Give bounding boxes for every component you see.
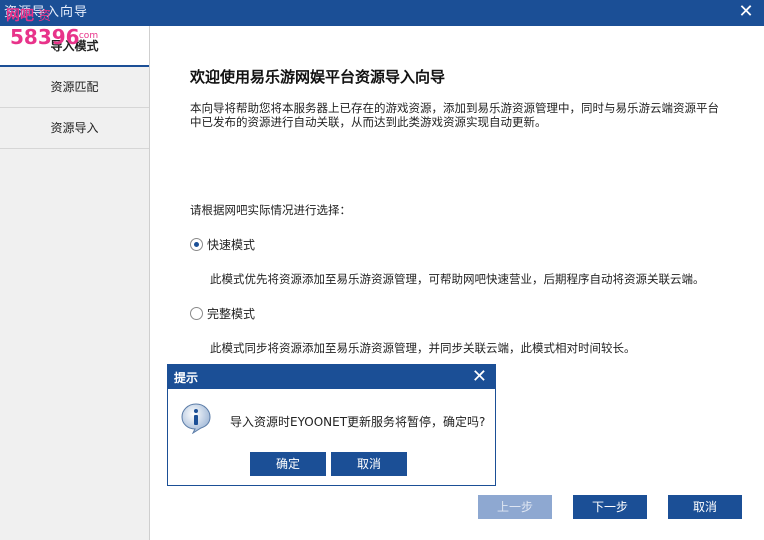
sidebar-item-resource-match[interactable]: 资源匹配 xyxy=(0,67,149,108)
full-mode-option[interactable]: 完整模式 xyxy=(190,305,255,322)
next-button[interactable]: 下一步 xyxy=(573,495,647,519)
full-mode-radio[interactable] xyxy=(190,307,203,320)
info-icon xyxy=(181,403,211,434)
sidebar-item-label: 资源导入 xyxy=(50,121,99,135)
page-title: 欢迎使用易乐游网娱平台资源导入向导 xyxy=(190,68,446,86)
sidebar-item-label: 资源匹配 xyxy=(50,80,99,94)
sidebar-item-resource-import[interactable]: 资源导入 xyxy=(0,108,149,149)
selection-prompt: 请根据网吧实际情况进行选择： xyxy=(190,203,351,217)
prev-button[interactable]: 上一步 xyxy=(478,495,552,519)
site-watermark-logo: 网吧 资 58396 .com xyxy=(6,8,98,49)
wizard-description: 本向导将帮助您将本服务器上已存在的游戏资源，添加到易乐游资源管理中，同时与易乐游… xyxy=(190,101,719,129)
quick-mode-description: 此模式优先将资源添加至易乐游资源管理，可帮助网吧快速营业，后期程序自动将资源关联… xyxy=(210,272,705,286)
quick-mode-radio[interactable] xyxy=(190,238,203,251)
watermark-top-text: 网吧 xyxy=(6,8,34,24)
dialog-message: 导入资源时EYOONET更新服务将暂停，确定吗? xyxy=(230,415,486,429)
full-mode-description: 此模式同步将资源添加至易乐游资源管理，并同步关联云端，此模式相对时间较长。 xyxy=(210,341,636,355)
dialog-ok-button[interactable]: 确定 xyxy=(250,452,326,476)
full-mode-label: 完整模式 xyxy=(207,307,256,321)
dialog-close-icon[interactable]: ✕ xyxy=(472,366,487,388)
close-icon[interactable]: ✕ xyxy=(736,2,756,22)
cancel-button[interactable]: 取消 xyxy=(668,495,742,519)
quick-mode-option[interactable]: 快速模式 xyxy=(190,236,255,253)
quick-mode-label: 快速模式 xyxy=(207,238,256,252)
wizard-sidebar: 导入模式 资源匹配 资源导入 xyxy=(0,26,150,540)
confirm-dialog: 提示 ✕ 导入资源时EYOONET更新服务将暂停，确定吗? 确定 取消 xyxy=(167,364,496,486)
dialog-cancel-button[interactable]: 取消 xyxy=(331,452,407,476)
watermark-sub-text: 资 xyxy=(38,9,51,24)
dialog-title-bar: 提示 ✕ xyxy=(168,365,495,389)
watermark-number-text: 58396 xyxy=(10,25,80,49)
dialog-title: 提示 xyxy=(174,371,199,385)
watermark-domain-text: .com xyxy=(76,31,98,41)
